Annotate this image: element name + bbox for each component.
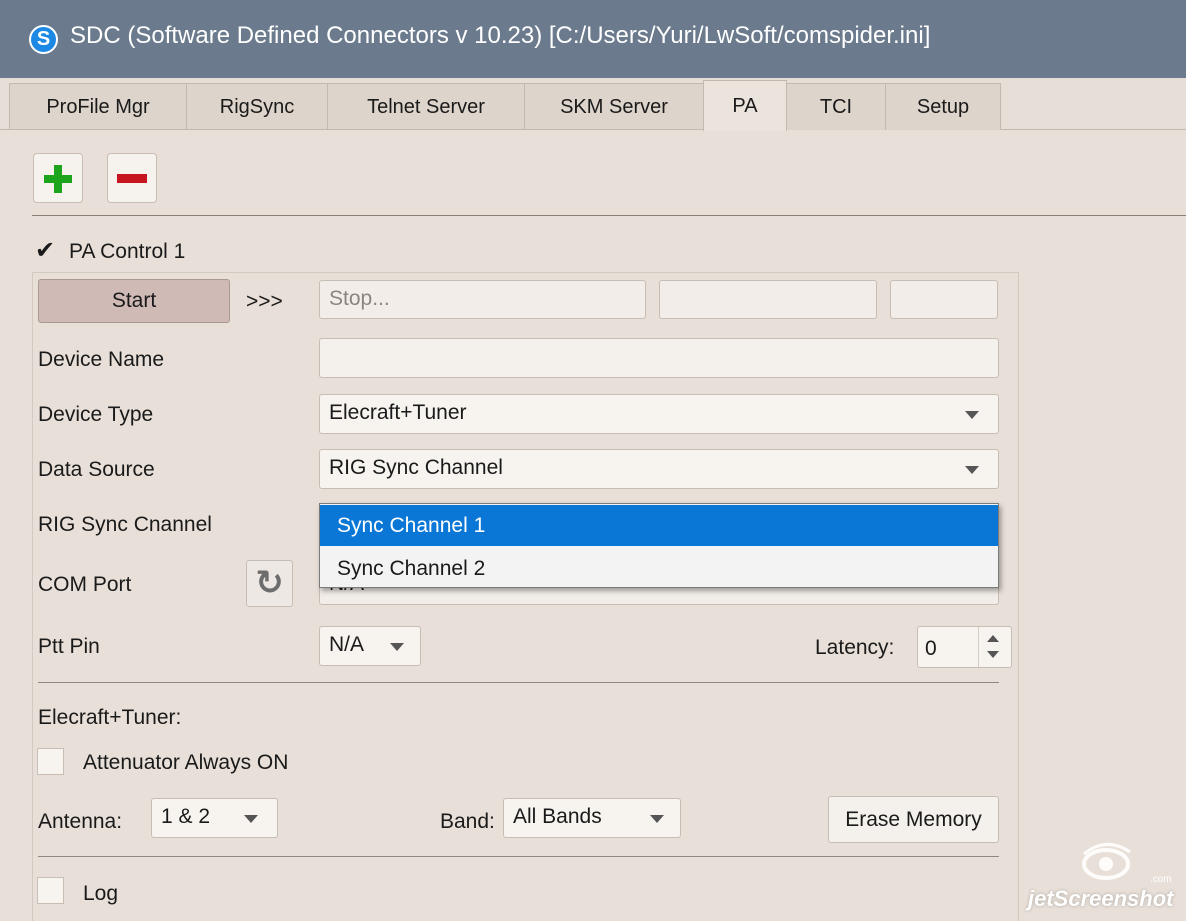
rig-sync-channel-dropdown: Sync Channel 1 Sync Channel 2 — [319, 503, 999, 588]
chevron-down-icon — [390, 643, 404, 651]
log-label: Log — [83, 882, 119, 905]
window-title: SDC (Software Defined Connectors v 10.23… — [70, 22, 931, 49]
chevron-down-icon — [244, 815, 258, 823]
device-name-label: Device Name — [38, 348, 165, 371]
app-icon: S — [29, 25, 58, 54]
antenna-select[interactable]: 1 & 2 — [151, 798, 278, 838]
data-source-label: Data Source — [38, 458, 155, 481]
remove-button[interactable] — [107, 153, 157, 203]
status-field-2 — [659, 280, 877, 319]
refresh-icon: ↻ — [255, 564, 284, 602]
tab-divider — [0, 129, 1186, 130]
dropdown-option-sync-channel-1[interactable]: Sync Channel 1 — [320, 505, 998, 546]
pa-control-label: PA Control 1 — [69, 240, 186, 263]
toolbar-separator — [32, 215, 1186, 216]
chevron-down-icon — [650, 815, 664, 823]
device-type-value: Elecraft+Tuner — [329, 401, 467, 424]
tab-skm-server[interactable]: SKM Server — [524, 83, 704, 130]
eye-logo-icon — [1082, 843, 1131, 880]
watermark-text: jetScreenshot — [1028, 886, 1174, 911]
data-source-select[interactable]: RIG Sync Channel — [319, 449, 999, 489]
ptt-pin-value: N/A — [329, 633, 365, 656]
ptt-pin-label: Ptt Pin — [38, 635, 100, 658]
ptt-pin-select[interactable]: N/A — [319, 626, 421, 666]
rig-sync-channel-label: RIG Sync Cnannel — [38, 513, 212, 536]
plus-icon — [34, 154, 82, 202]
band-select[interactable]: All Bands — [503, 798, 681, 838]
device-type-label: Device Type — [38, 403, 154, 426]
add-button[interactable] — [33, 153, 83, 203]
spin-down-icon[interactable] — [987, 651, 999, 658]
erase-memory-button[interactable]: Erase Memory — [828, 796, 999, 843]
chevron-down-icon — [965, 411, 979, 419]
data-source-value: RIG Sync Channel — [329, 456, 503, 479]
section-separator-2 — [38, 856, 999, 857]
tab-rigsync[interactable]: RigSync — [186, 83, 328, 130]
latency-value: 0 — [925, 637, 937, 660]
antenna-value: 1 & 2 — [161, 805, 211, 828]
com-port-label: COM Port — [38, 573, 132, 596]
attenuator-checkbox[interactable] — [37, 748, 64, 775]
tab-setup[interactable]: Setup — [885, 83, 1001, 130]
spin-up-icon[interactable] — [987, 635, 999, 642]
start-button[interactable]: Start — [38, 279, 230, 323]
latency-label: Latency: — [815, 636, 895, 659]
watermark: .com jetScreenshot — [1022, 840, 1182, 918]
antenna-label: Antenna: — [38, 810, 123, 833]
status-field: Stop... — [319, 280, 646, 319]
tab-telnet-server[interactable]: Telnet Server — [327, 83, 525, 130]
section-title: Elecraft+Tuner: — [38, 706, 182, 729]
chevron-down-icon — [965, 466, 979, 474]
device-type-select[interactable]: Elecraft+Tuner — [319, 394, 999, 434]
refresh-button[interactable]: ↻ — [246, 560, 293, 607]
status-field-3 — [890, 280, 998, 319]
band-value: All Bands — [513, 805, 602, 828]
minus-icon — [108, 154, 156, 202]
latency-spinbox[interactable]: 0 — [917, 626, 1012, 668]
section-separator — [38, 682, 999, 683]
check-icon[interactable]: ✔ — [35, 236, 55, 265]
tab-tci[interactable]: TCI — [786, 83, 886, 130]
log-checkbox[interactable] — [37, 877, 64, 904]
tab-profile-mgr[interactable]: ProFile Mgr — [9, 83, 187, 130]
dropdown-option-sync-channel-2[interactable]: Sync Channel 2 — [320, 548, 998, 589]
arrows-label: >>> — [246, 290, 283, 313]
attenuator-label: Attenuator Always ON — [83, 751, 289, 774]
band-label: Band: — [440, 810, 495, 833]
tab-pa[interactable]: PA — [703, 80, 787, 131]
device-name-input[interactable] — [319, 338, 999, 378]
watermark-small: .com — [1150, 874, 1172, 885]
